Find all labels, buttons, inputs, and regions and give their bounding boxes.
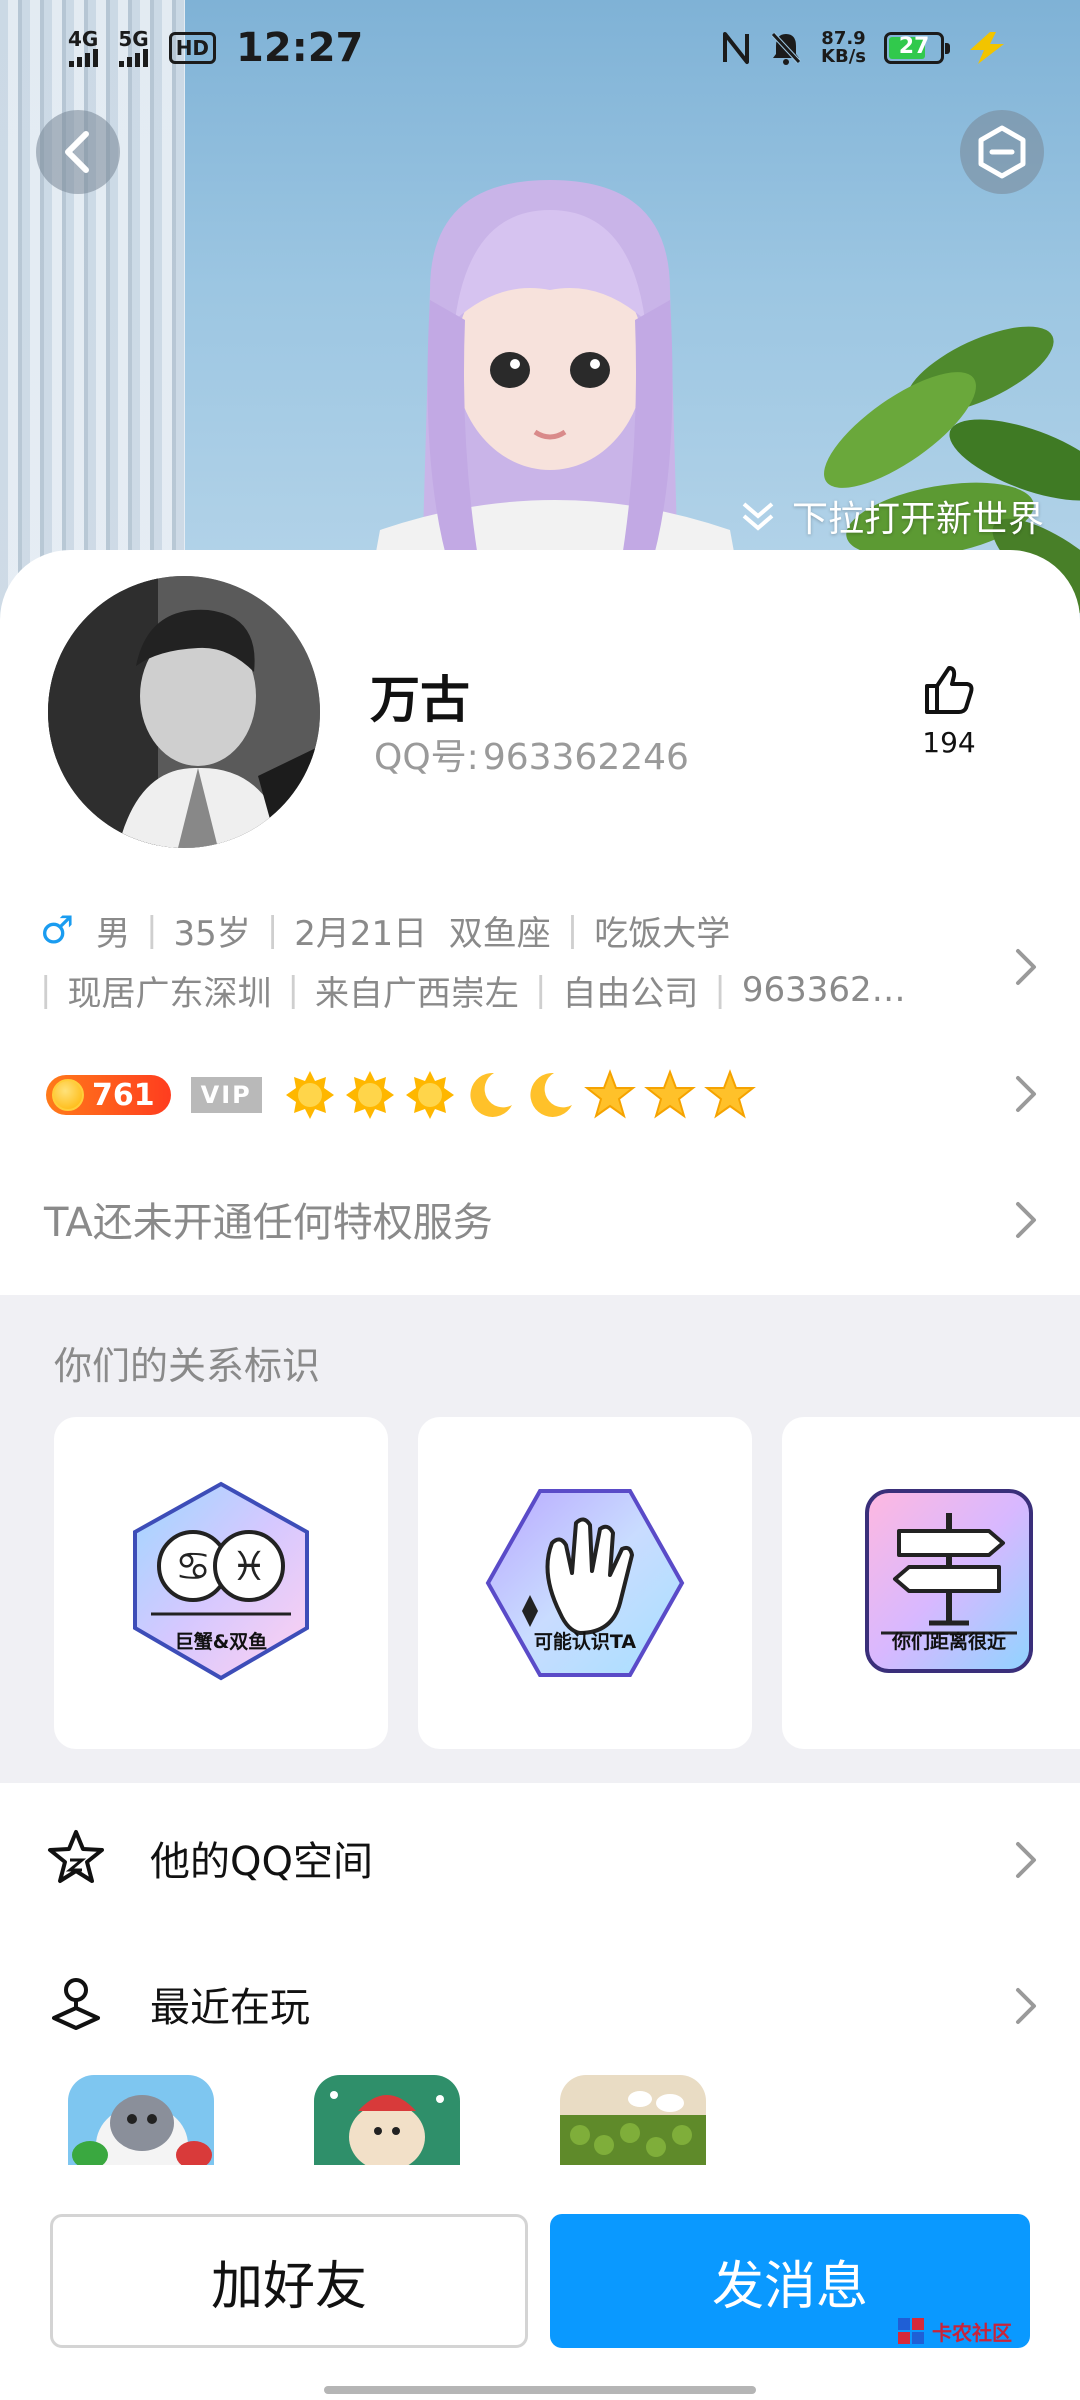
recent-games bbox=[68, 2075, 706, 2165]
sun-icon bbox=[405, 1071, 454, 1119]
profile-details-line-1: ♂ 男 | 35岁 | 2月21日 双鱼座 | 吃饭大学 bbox=[40, 900, 1000, 960]
game-thumbnail[interactable] bbox=[314, 2075, 460, 2165]
chevron-right-icon bbox=[1016, 1842, 1036, 1878]
relation-label: 可能认识TA bbox=[533, 1631, 637, 1653]
chevron-right-icon bbox=[1016, 1988, 1036, 2024]
privilege-text: TA还未开通任何特权服务 bbox=[44, 1200, 493, 1246]
qzone-label: 他的QQ空间 bbox=[150, 1839, 373, 1885]
chevron-right-icon bbox=[1016, 949, 1036, 985]
nfc-icon bbox=[723, 32, 750, 64]
pull-down-hint[interactable]: 下拉打开新世界 bbox=[738, 490, 1044, 542]
game-thumbnail-image bbox=[560, 2075, 706, 2165]
relation-title: 你们的关系标识 bbox=[54, 1344, 321, 1388]
level-row[interactable]: 761 VIP bbox=[46, 1060, 756, 1130]
recent-play-icon bbox=[52, 1978, 100, 2030]
like-button[interactable]: 194 bbox=[904, 662, 994, 759]
zodiac-badge-icon: ♋ ♓ bbox=[133, 1481, 309, 1681]
signal-4g-icon: 4G bbox=[68, 29, 98, 67]
qq-number-label: QQ号: bbox=[374, 737, 479, 778]
chevron-left-icon bbox=[65, 131, 89, 173]
relation-section: 你们的关系标识 ♋ ♓ 巨蟹&双鱼 可能认识TA 你们距离很近 bbox=[0, 1295, 1080, 1783]
game-thumbnail[interactable] bbox=[68, 2075, 214, 2165]
profile-name: 万古 bbox=[370, 671, 470, 729]
cover-curtain bbox=[0, 0, 185, 640]
status-time: 12:27 bbox=[236, 25, 364, 71]
double-chevron-down-icon bbox=[742, 502, 774, 531]
qq-number[interactable]: QQ号: 963362246 bbox=[370, 728, 689, 780]
chevron-right-icon bbox=[1016, 1202, 1036, 1238]
signal-5g-icon: 5G bbox=[118, 29, 149, 67]
privilege-row[interactable]: TA还未开通任何特权服务 bbox=[44, 1190, 493, 1248]
level-icons bbox=[284, 1069, 756, 1121]
svg-text:♋: ♋ bbox=[175, 1544, 211, 1590]
relation-label: 你们距离很近 bbox=[891, 1631, 1006, 1653]
hometown: 来自广西崇左 bbox=[314, 973, 519, 1014]
birthday-zodiac: 2月21日 双鱼座 bbox=[294, 913, 551, 954]
vip-badge: VIP bbox=[190, 1077, 262, 1113]
company: 自由公司 bbox=[562, 973, 699, 1014]
thumbs-up-icon bbox=[925, 666, 974, 714]
qzone-row[interactable]: 他的QQ空间 bbox=[0, 1798, 1080, 1918]
moon-icon bbox=[470, 1072, 512, 1117]
avatar-photo bbox=[48, 576, 320, 848]
back-button[interactable] bbox=[36, 110, 120, 194]
chevron-right-icon bbox=[1016, 1076, 1036, 1112]
level-badge: 761 bbox=[46, 1075, 171, 1115]
network-speed: 87.9 KB/s bbox=[821, 28, 866, 67]
relation-card-may-know[interactable]: 可能认识TA bbox=[418, 1417, 752, 1749]
relation-label: 巨蟹&双鱼 bbox=[174, 1631, 268, 1653]
coin-icon bbox=[52, 1079, 84, 1111]
watermark-text: 卡农社区 bbox=[932, 2320, 1012, 2345]
current-location: 现居广东深圳 bbox=[67, 973, 272, 1014]
hexagon-more-icon bbox=[978, 125, 1026, 179]
profile-card: 万古 QQ号: 963362246 194 ♂ 男 | 35岁 | 2月21日 双… bbox=[0, 550, 1080, 2400]
star-icon bbox=[703, 1069, 756, 1119]
moon-icon bbox=[530, 1072, 572, 1117]
charging-icon bbox=[970, 32, 1004, 64]
profile-details[interactable]: ♂ 男 | 35岁 | 2月21日 双鱼座 | 吃饭大学 | 现居广东深圳 | … bbox=[40, 900, 1000, 1020]
game-thumbnail-image bbox=[314, 2075, 460, 2165]
status-bar: 4G 5G HD 12:27 87.9 KB/s 27 bbox=[0, 0, 1080, 96]
svg-text:♓: ♓ bbox=[231, 1544, 267, 1590]
star-icon bbox=[583, 1069, 636, 1119]
profile-cover[interactable]: 4G 5G HD 12:27 87.9 KB/s 27 下拉打开新世界 bbox=[0, 0, 1080, 640]
game-thumbnail-image bbox=[68, 2075, 214, 2165]
more-button[interactable] bbox=[960, 110, 1044, 194]
sun-icon bbox=[345, 1071, 394, 1119]
hd-voice-icon: HD bbox=[168, 32, 217, 64]
qzone-star-icon bbox=[48, 1830, 104, 1883]
like-count: 194 bbox=[922, 726, 976, 759]
level-value: 761 bbox=[92, 1077, 155, 1113]
relation-cards[interactable]: ♋ ♓ 巨蟹&双鱼 可能认识TA 你们距离很近 bbox=[54, 1417, 1080, 1749]
extra-info: 963362… bbox=[741, 970, 906, 1010]
relation-card-zodiac[interactable]: ♋ ♓ 巨蟹&双鱼 bbox=[54, 1417, 388, 1749]
sun-icon bbox=[285, 1071, 334, 1119]
star-icon bbox=[643, 1069, 696, 1119]
school: 吃饭大学 bbox=[594, 913, 731, 954]
profile-details-line-2: | 现居广东深圳 | 来自广西崇左 | 自由公司 | 963362… bbox=[40, 960, 1000, 1020]
pull-down-hint-text: 下拉打开新世界 bbox=[791, 499, 1044, 540]
male-icon: ♂ bbox=[40, 908, 75, 952]
add-friend-button[interactable]: 加好友 bbox=[50, 2214, 528, 2348]
watermark: 卡农社区 bbox=[896, 2316, 1012, 2346]
battery-icon: 27 bbox=[884, 32, 950, 64]
gender: 男 bbox=[96, 913, 131, 954]
recent-play-row[interactable]: 最近在玩 bbox=[0, 1944, 1080, 2064]
watermark-logo-icon bbox=[898, 2318, 924, 2344]
game-thumbnail[interactable] bbox=[560, 2075, 706, 2165]
recent-play-label: 最近在玩 bbox=[150, 1985, 310, 2031]
relation-card-nearby[interactable]: 你们距离很近 bbox=[782, 1417, 1080, 1749]
home-indicator[interactable] bbox=[324, 2386, 756, 2394]
avatar[interactable] bbox=[48, 576, 320, 848]
qq-number-value: 963362246 bbox=[482, 737, 689, 778]
age: 35岁 bbox=[173, 913, 251, 954]
mute-bell-icon bbox=[771, 32, 801, 65]
